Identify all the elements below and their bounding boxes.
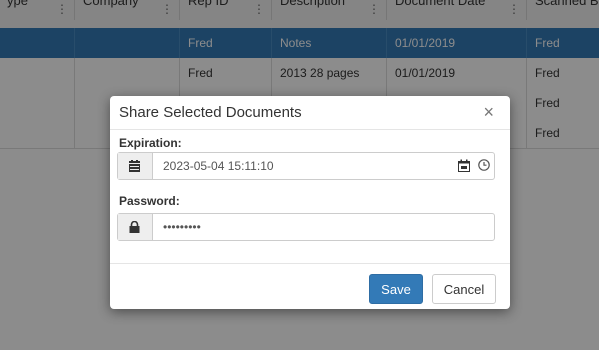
password-input-group (117, 213, 495, 241)
calendar-icon (118, 153, 153, 179)
close-icon[interactable]: × (483, 102, 494, 123)
clock-icon[interactable] (473, 153, 495, 179)
share-documents-dialog: Share Selected Documents × Expiration: P… (110, 96, 510, 309)
calendar-picker-icon[interactable] (453, 153, 475, 179)
dialog-footer: Save Cancel (110, 263, 510, 310)
password-input[interactable] (153, 214, 463, 240)
expiration-input-group (117, 152, 495, 180)
password-label: Password: (119, 194, 180, 208)
lock-icon (118, 214, 153, 240)
dialog-header: Share Selected Documents × (110, 96, 510, 130)
dialog-title: Share Selected Documents (119, 104, 302, 121)
save-button[interactable]: Save (369, 274, 423, 304)
expiration-input[interactable] (153, 153, 413, 179)
cancel-button[interactable]: Cancel (432, 274, 496, 304)
expiration-label: Expiration: (119, 136, 182, 150)
